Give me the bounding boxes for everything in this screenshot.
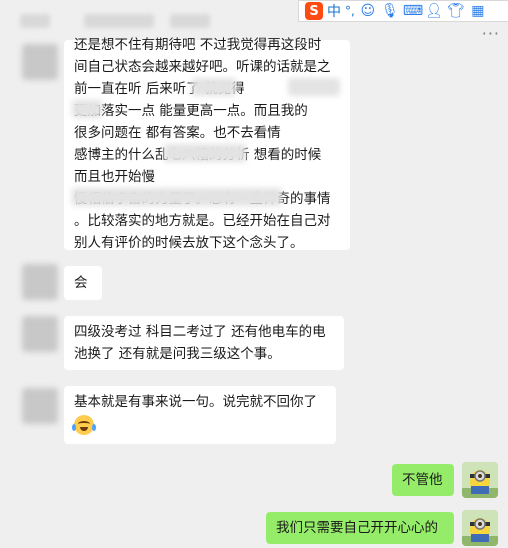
crying-laughing-emoji-icon [72,415,96,435]
redaction-mask [72,188,282,206]
message-text: 会 [74,275,88,291]
message-bubble: 四级没考过 科目二考过了 还有他电车的电 池换了 还有就是问我三级这个事。 [64,316,344,370]
mic-icon[interactable]: 🎙︎ [381,3,399,19]
avatar[interactable] [22,44,58,80]
avatar[interactable] [22,264,58,300]
user-icon[interactable]: 👤︎ [425,3,443,19]
grid-icon[interactable]: ▦ [469,3,487,19]
message-text-line: 间自己状态会越来越好吧。听课的话就是之 [74,59,331,75]
redaction-mask [164,144,246,162]
emoji-icon[interactable]: ☺ [359,3,377,19]
ime-mode-toggle[interactable]: 中 [327,1,341,21]
avatar[interactable] [22,388,58,424]
message-bubble: 会 [64,266,102,300]
avatar[interactable] [22,316,58,352]
minion-avatar-icon [462,462,498,498]
message-text-line: 别人有评价的时候去放下这个念头了。 [74,235,304,251]
message-text: 基本就是有事来说一句。说完就不回你了 [74,394,317,410]
message-text-line: 四级没考过 科目二考过了 还有他电车的电 [74,324,326,340]
message-bubble: 基本就是有事来说一句。说完就不回你了 [64,386,336,444]
blurred-header-text [170,14,210,28]
sogou-logo-icon[interactable]: S [305,2,323,20]
ime-toolbar: S 中 °, ☺ 🎙︎ ⌨ 👤︎ 👕︎ ▦ [298,0,508,22]
message-text-line: 更加落实一点 能量更高一点。而且我的 [74,103,308,119]
message-text-line: 很多问题在 都有答案。也不去看情 [74,125,281,141]
message-text-line: 而且也开始慢 [74,169,155,185]
more-options-icon[interactable]: ··· [482,24,500,43]
keyboard-icon[interactable]: ⌨ [403,3,423,19]
blurred-header-text [20,14,50,28]
message-text-line: 还是想不住有期待吧 不过我觉得再这段时 [74,37,322,53]
message-text-line: 。比较落实的地方就是。已经开始在自己对 [74,213,331,229]
ime-punct-toggle[interactable]: °, [345,4,355,18]
message-bubble-mine: 我们只需要自己开开心心的 [266,512,454,544]
message-bubble-mine: 不管他 [392,464,454,496]
blurred-header-text [84,14,154,28]
message-text-line: 池换了 还有就是问我三级这个事。 [74,346,281,362]
message-text: 不管他 [402,472,443,488]
avatar-me[interactable] [462,462,498,498]
redaction-mask [72,100,102,118]
message-bubble: 还是想不住有期待吧 不过我觉得再这段时 间自己状态会越来越好吧。听课的话就是之 … [64,37,350,251]
minion-avatar-icon [462,510,498,546]
avatar-me[interactable] [462,510,498,546]
redaction-mask [192,78,236,96]
message-text: 我们只需要自己开开心心的 [276,520,438,536]
redaction-mask [288,78,340,96]
shirt-icon[interactable]: 👕︎ [447,3,465,19]
